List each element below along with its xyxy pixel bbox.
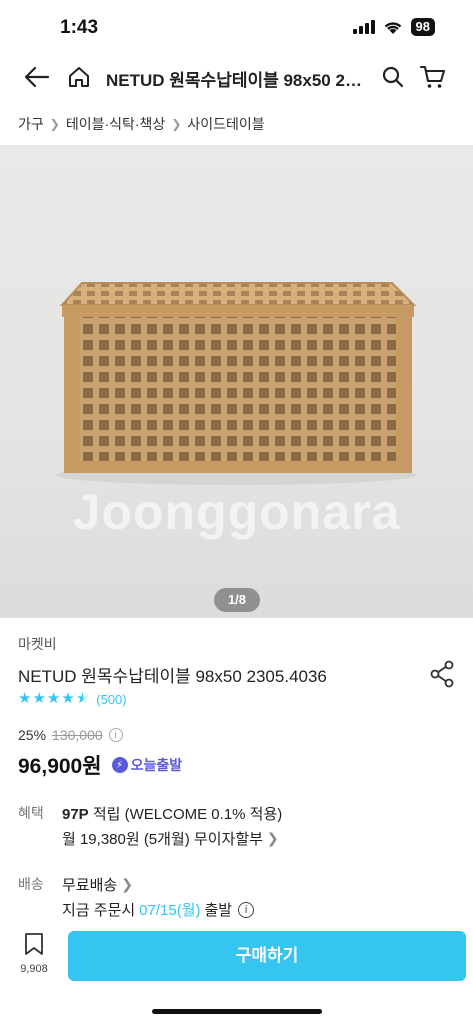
shipping-label: 배송 (18, 876, 44, 892)
star-icon: ★ (61, 690, 75, 707)
points-amount: 97P (62, 806, 89, 823)
status-time: 1:43 (60, 17, 99, 38)
installment-text: 월 19,380원 (5개월) 무이자할부 (62, 831, 263, 848)
image-page-indicator: 1/8 (214, 588, 260, 612)
bookmark-count: 9,908 (20, 963, 48, 975)
bottom-action-bar: 9,908 구매하기 (0, 922, 473, 1024)
shipping-date: 07/15(월) (139, 902, 201, 919)
home-button[interactable] (64, 62, 94, 92)
status-bar: 1:43 98 (0, 0, 473, 52)
product-image-carousel[interactable]: Joonggonara 1/8 (0, 145, 473, 618)
sale-price: 96,900원 (18, 755, 102, 778)
product-title: NETUD 원목수납테이블 98x50 2305.4036 (18, 667, 327, 686)
share-button[interactable] (426, 658, 458, 690)
watermark: Joonggonara (72, 484, 401, 540)
chevron-right-icon: ❯ (49, 117, 60, 131)
chevron-right-icon: ❯ (266, 830, 279, 846)
signal-icon (352, 20, 375, 34)
review-count[interactable]: (500) (96, 692, 126, 707)
discount-row: 25% 130,000 i (18, 727, 123, 743)
home-icon (69, 67, 89, 87)
today-departure-badge: ⚡ 오늘출발 (111, 755, 183, 775)
arrow-left-icon (24, 66, 50, 88)
star-icon: ★ (32, 690, 46, 707)
top-nav: NETUD 원목수납테이블 98x50 2305.4036 (0, 52, 473, 102)
price-row: 96,900원 ⚡ 오늘출발 (18, 750, 182, 780)
breadcrumb-item[interactable]: 테이블·식탁·책상 (66, 114, 165, 134)
star-icon: ★ (46, 690, 61, 707)
points-text: 적립 (WELCOME 0.1% 적용) (88, 806, 283, 823)
status-icons: 98 (352, 18, 435, 36)
home-indicator (152, 1009, 322, 1014)
order-prefix: 지금 주문시 (62, 902, 136, 919)
buy-button[interactable]: 구매하기 (68, 931, 466, 981)
search-button[interactable] (378, 62, 408, 92)
points-info: 97P 적립 (WELCOME 0.1% 적용) (62, 803, 282, 824)
installment-info[interactable]: 월 19,380원 (5개월) 무이자할부 ❯ (62, 828, 279, 849)
battery-indicator: 98 (410, 18, 435, 36)
lightning-icon: ⚡ (111, 757, 128, 773)
back-button[interactable] (22, 62, 52, 92)
cart-icon (420, 65, 446, 88)
star-half-icon: ★ (75, 690, 90, 707)
info-icon[interactable]: i (238, 901, 255, 918)
product-photo (56, 282, 417, 485)
star-icon: ★ (18, 690, 32, 707)
chevron-right-icon: ❯ (171, 117, 182, 131)
share-icon (430, 660, 454, 688)
badge-label: 오늘출발 (130, 757, 183, 773)
breadcrumb-item[interactable]: 사이드테이블 (187, 114, 264, 134)
bookmark-button[interactable]: 9,908 (12, 932, 56, 975)
cart-button[interactable] (418, 62, 448, 92)
breadcrumb-item[interactable]: 가구 (18, 114, 44, 134)
order-suffix: 출발 (204, 902, 233, 919)
search-icon (382, 66, 404, 88)
rating[interactable]: ★ ★ ★ ★ ★ (500) (18, 690, 127, 708)
original-price: 130,000 (52, 727, 103, 743)
shipping-type[interactable]: 무료배송 ❯ (62, 874, 133, 895)
page-title: NETUD 원목수납테이블 98x50 2305.4036 (106, 71, 368, 90)
chevron-right-icon: ❯ (121, 876, 133, 892)
info-icon[interactable]: i (108, 728, 123, 742)
wifi-icon (384, 22, 401, 34)
discount-percent: 25% (18, 727, 47, 743)
shipping-date-info: 지금 주문시 07/15(월) 출발 i (62, 899, 255, 920)
benefit-label: 혜택 (18, 805, 44, 821)
breadcrumb: 가구 ❯ 테이블·식탁·책상 ❯ 사이드테이블 (18, 114, 265, 134)
bookmark-icon (25, 933, 43, 955)
seller-name[interactable]: 마켓비 (18, 634, 57, 654)
shipping-type-text: 무료배송 (62, 877, 118, 894)
